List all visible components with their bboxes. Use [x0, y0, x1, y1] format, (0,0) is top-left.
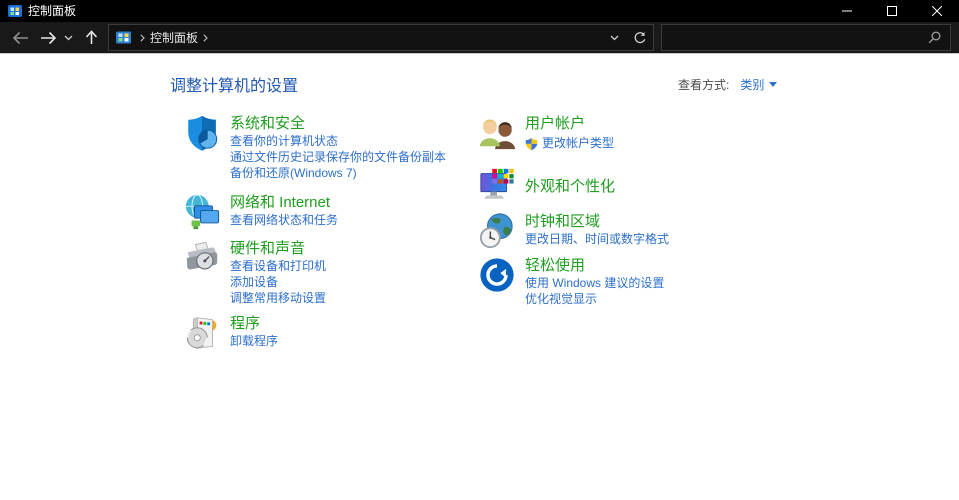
clock-region-icon[interactable]: [478, 212, 516, 250]
search-input[interactable]: [662, 30, 928, 45]
task-link[interactable]: 更改日期、时间或数字格式: [525, 232, 669, 247]
breadcrumb-chevron-icon[interactable]: [203, 33, 208, 42]
category-title-link[interactable]: 外观和个性化: [525, 177, 615, 196]
address-dropdown-button[interactable]: [601, 26, 627, 49]
minimize-button[interactable]: [824, 0, 869, 22]
ease-of-access-icon[interactable]: [478, 256, 516, 294]
task-link[interactable]: 添加设备: [230, 275, 326, 290]
control-panel-window: 控制面板 控制面板 调整计算机的设置 查看方式: 类别 系统和安全 查看你的计算…: [0, 0, 959, 500]
close-icon: [931, 6, 942, 16]
category-title-link[interactable]: 程序: [230, 314, 260, 333]
appearance-personalization-icon[interactable]: [478, 166, 516, 204]
minimize-icon: [841, 10, 852, 12]
task-link[interactable]: 查看设备和打印机: [230, 259, 326, 274]
category-user-accounts: 用户帐户 更改帐户类型: [478, 114, 778, 152]
view-by-label: 查看方式:: [678, 78, 730, 92]
forward-button[interactable]: [37, 31, 59, 45]
category-text: 硬件和声音 查看设备和打印机 添加设备 调整常用移动设置: [230, 239, 326, 306]
maximize-button[interactable]: [869, 0, 914, 22]
category-appearance-personalization: 外观和个性化: [478, 166, 778, 206]
category-title-link[interactable]: 时钟和区域: [525, 212, 600, 231]
network-internet-icon[interactable]: [183, 193, 221, 231]
window-controls: [824, 0, 959, 22]
search-icon[interactable]: [928, 31, 941, 44]
right-category-column: 用户帐户 更改帐户类型 外观和个性化 时钟和区域 更改日期、时间或数字格式 轻松…: [478, 114, 778, 307]
category-text: 网络和 Internet 查看网络状态和任务: [230, 193, 338, 228]
back-arrow-icon: [12, 31, 28, 44]
navigation-bar: 控制面板: [0, 22, 959, 53]
task-link[interactable]: 通过文件历史记录保存你的文件备份副本: [230, 150, 446, 165]
maximize-icon: [886, 6, 897, 16]
up-button[interactable]: [81, 30, 101, 45]
dropdown-caret-icon[interactable]: [769, 82, 778, 87]
view-by-category-dropdown[interactable]: 类别: [740, 76, 764, 93]
task-link[interactable]: 优化视觉显示: [525, 292, 664, 307]
task-link[interactable]: 调整常用移动设置: [230, 291, 326, 306]
control-panel-content: 调整计算机的设置 查看方式: 类别 系统和安全 查看你的计算机状态 通过文件历史…: [0, 53, 959, 500]
category-ease-of-access: 轻松使用 使用 Windows 建议的设置 优化视觉显示: [478, 256, 778, 307]
category-title-link[interactable]: 系统和安全: [230, 114, 305, 133]
breadcrumb-control-panel[interactable]: 控制面板: [150, 29, 198, 46]
category-programs: 程序 卸载程序: [183, 314, 483, 352]
recent-pages-dropdown[interactable]: [61, 35, 75, 41]
uac-shield-icon: [525, 137, 538, 151]
category-text: 外观和个性化: [525, 166, 615, 206]
category-text: 程序 卸载程序: [230, 314, 278, 349]
category-title-link[interactable]: 硬件和声音: [230, 239, 305, 258]
address-bar[interactable]: 控制面板: [108, 24, 654, 51]
programs-icon[interactable]: [183, 314, 221, 352]
page-title: 调整计算机的设置: [170, 78, 299, 95]
back-button[interactable]: [9, 31, 31, 45]
shielded-task: 更改帐户类型: [525, 136, 614, 151]
window-title: 控制面板: [28, 4, 77, 18]
left-category-column: 系统和安全 查看你的计算机状态 通过文件历史记录保存你的文件备份副本 备份和还原…: [183, 114, 483, 352]
refresh-icon: [634, 31, 646, 43]
chevron-down-icon: [64, 35, 72, 40]
task-link[interactable]: 备份和还原(Windows 7): [230, 166, 446, 181]
up-arrow-icon: [85, 30, 97, 44]
category-text: 用户帐户 更改帐户类型: [525, 114, 614, 151]
task-link[interactable]: 查看网络状态和任务: [230, 213, 338, 228]
breadcrumb-control-panel-icon: [116, 31, 131, 44]
category-network-internet: 网络和 Internet 查看网络状态和任务: [183, 193, 483, 231]
category-title-link[interactable]: 网络和 Internet: [230, 193, 330, 212]
forward-arrow-icon: [40, 31, 56, 44]
close-button[interactable]: [914, 0, 959, 22]
refresh-button[interactable]: [627, 26, 653, 49]
category-text: 时钟和区域 更改日期、时间或数字格式: [525, 212, 669, 247]
category-clock-region: 时钟和区域 更改日期、时间或数字格式: [478, 212, 778, 250]
category-text: 系统和安全 查看你的计算机状态 通过文件历史记录保存你的文件备份副本 备份和还原…: [230, 114, 446, 181]
control-panel-app-icon: [8, 4, 22, 18]
category-title-link[interactable]: 用户帐户: [525, 114, 585, 133]
task-link[interactable]: 更改帐户类型: [542, 136, 614, 151]
task-link[interactable]: 卸载程序: [230, 334, 278, 349]
user-accounts-icon[interactable]: [478, 114, 516, 152]
category-system-security: 系统和安全 查看你的计算机状态 通过文件历史记录保存你的文件备份副本 备份和还原…: [183, 114, 483, 181]
search-box: [661, 24, 951, 51]
category-hardware-sound: 硬件和声音 查看设备和打印机 添加设备 调整常用移动设置: [183, 239, 483, 306]
task-link[interactable]: 使用 Windows 建议的设置: [525, 276, 664, 291]
view-by-control: 查看方式: 类别: [678, 76, 778, 93]
title-bar: 控制面板: [0, 0, 959, 22]
system-security-icon[interactable]: [183, 114, 221, 152]
chevron-down-icon: [610, 35, 618, 40]
breadcrumb-chevron-icon: [140, 33, 145, 42]
category-text: 轻松使用 使用 Windows 建议的设置 优化视觉显示: [525, 256, 664, 307]
category-title-link[interactable]: 轻松使用: [525, 256, 585, 275]
hardware-sound-icon[interactable]: [183, 239, 221, 277]
task-link[interactable]: 查看你的计算机状态: [230, 134, 446, 149]
